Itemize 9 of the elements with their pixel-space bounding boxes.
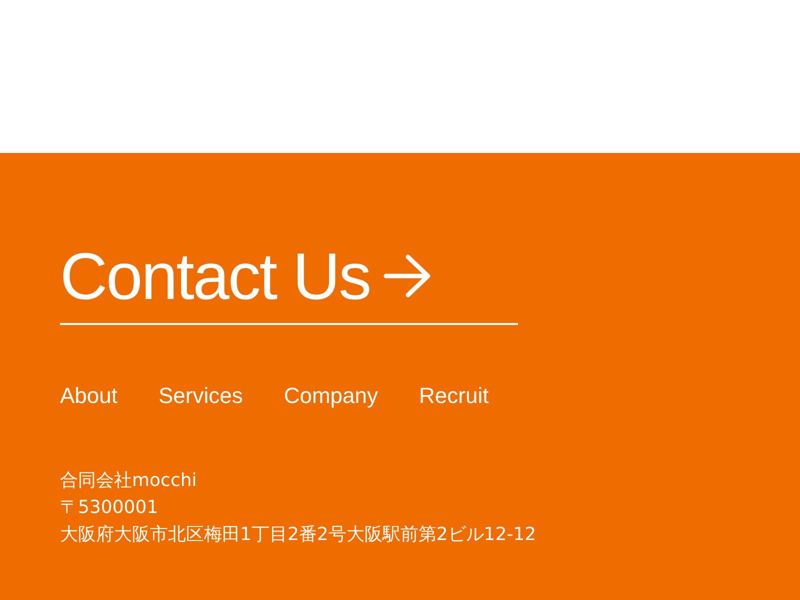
address-line: 大阪府大阪市北区梅田1丁目2番2号大阪駅前第2ビル12-12 xyxy=(60,523,538,547)
nav-link[interactable]: About xyxy=(60,381,118,411)
nav-link[interactable]: Services xyxy=(158,381,243,411)
address-line: 合同会社mocchi xyxy=(60,469,198,493)
nav-link[interactable]: Company xyxy=(284,381,378,411)
address-line: 〒5300001 xyxy=(60,496,160,520)
nav-link[interactable]: Recruit xyxy=(419,381,489,411)
arrow-right-icon xyxy=(382,253,432,299)
contact-link[interactable]: Contact Us xyxy=(60,243,518,325)
